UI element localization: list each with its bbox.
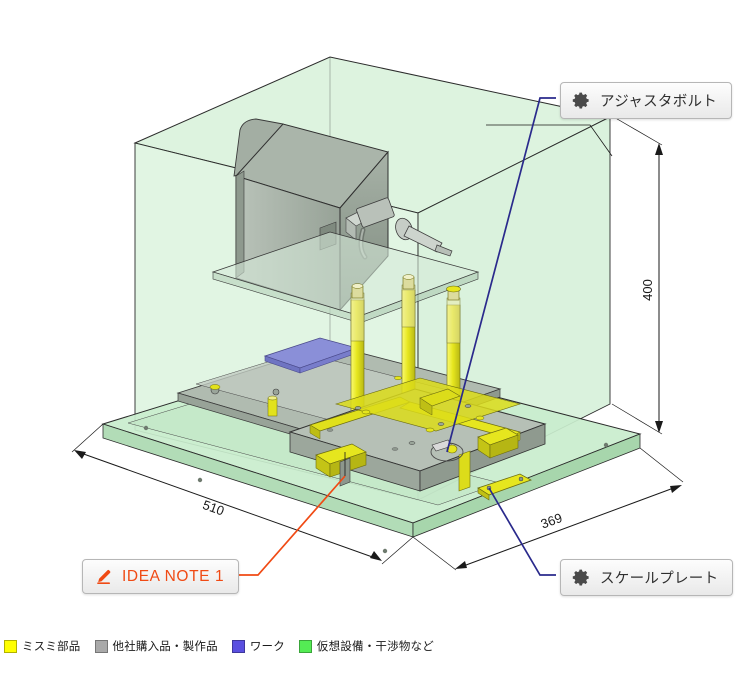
legend-label-virtual-equipment: 仮想設備・干渉物など — [316, 641, 434, 653]
pencil-icon — [97, 570, 111, 585]
callout-adjuster-bolt[interactable]: アジャスタボルト — [560, 82, 733, 119]
dimension-height — [611, 115, 663, 435]
legend-swatch-other-purchased — [94, 639, 108, 653]
legend-swatch-workpiece — [231, 639, 245, 653]
legend-label-misumi: ミスミ部品 — [22, 641, 81, 653]
callout-label-adjuster-bolt: アジャスタボルト — [600, 94, 718, 110]
legend-swatch-misumi — [4, 639, 17, 653]
legend-swatch-virtual-equipment — [298, 639, 312, 653]
callout-label-scale-plate: スケールプレート — [600, 571, 719, 587]
callout-idea-note[interactable]: IDEA NOTE 1 — [82, 559, 240, 594]
legend-label-other-purchased: 他社購入品・製作品 — [112, 641, 218, 653]
legend-item-other-purchased: 他社購入品・製作品 — [94, 638, 218, 654]
dimension-value-400: 400 — [640, 279, 655, 301]
cad-drawing-page: 400 510 369 アジャスタボルト スケールプレート IDEA NOTE … — [0, 0, 740, 675]
dimension-value-510: 510 — [201, 497, 226, 518]
legend-item-misumi: ミスミ部品 — [4, 638, 81, 654]
legend-item-workpiece: ワーク — [231, 638, 285, 654]
legend-label-workpiece: ワーク — [249, 641, 285, 653]
callout-label-idea-note: IDEA NOTE 1 — [122, 567, 225, 585]
dimension-value-369: 369 — [539, 510, 565, 532]
legend-item-virtual-equipment: 仮想設備・干渉物など — [298, 638, 434, 654]
gear-icon — [572, 92, 589, 109]
legend: ミスミ部品 他社購入品・製作品 ワーク 仮想設備・干渉物など — [4, 638, 448, 654]
gear-icon — [572, 569, 589, 586]
callout-scale-plate[interactable]: スケールプレート — [560, 559, 734, 596]
